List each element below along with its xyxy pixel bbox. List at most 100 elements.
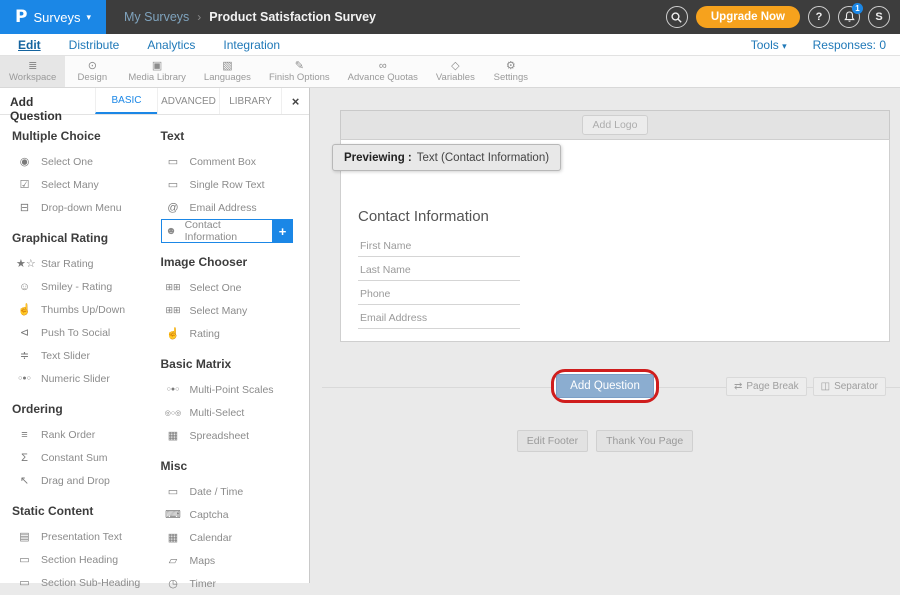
qtype-image-select-many[interactable]: ⊞⊞ Select Many [161, 299, 310, 322]
qtype-rank-order[interactable]: ≡ Rank Order [12, 423, 161, 446]
toolbar-settings-label: Settings [494, 72, 528, 83]
qtype-star-rating[interactable]: ★☆ Star Rating [12, 252, 161, 275]
text-input-icon: ▭ [165, 178, 182, 191]
thumb-icon: ☝ [165, 327, 182, 340]
tag-icon: ◇ [451, 60, 459, 72]
qtype-select-many[interactable]: ☑ Select Many [12, 173, 161, 196]
qtype-captcha[interactable]: ⌨ Captcha [161, 503, 310, 526]
qtype-date-time[interactable]: ▭ Date / Time [161, 480, 310, 503]
qtype-label: Select One [190, 282, 242, 294]
help-button[interactable]: ? [808, 6, 830, 28]
qtype-constant-sum[interactable]: Σ Constant Sum [12, 446, 161, 469]
qtype-select-one[interactable]: ◉ Select One [12, 150, 161, 173]
tab-basic[interactable]: BASIC [95, 88, 157, 114]
user-avatar[interactable]: S [868, 6, 890, 28]
thumb-icon: ☝ [16, 303, 33, 316]
qtype-multi-point-scales[interactable]: ○●○ Multi-Point Scales [161, 378, 310, 401]
toolbar-settings[interactable]: ⚙ Settings [484, 56, 538, 87]
previewing-question-type: Text (Contact Information) [417, 152, 549, 164]
toolbar-finish-options[interactable]: ✎ Finish Options [260, 56, 339, 87]
toolbar-media-library[interactable]: ▣ Media Library [119, 56, 195, 87]
page-break-button[interactable]: ⇄ Page Break [726, 377, 807, 396]
qtype-drag-and-drop[interactable]: ↖ Drag and Drop [12, 469, 161, 492]
toolbar-variables[interactable]: ◇ Variables [427, 56, 484, 87]
star-icon: ★☆ [16, 257, 33, 270]
add-contact-information-button[interactable]: + [273, 219, 293, 243]
toolbar-languages[interactable]: ▧ Languages [195, 56, 260, 87]
question-title: Contact Information [358, 208, 489, 225]
qtype-push-to-social[interactable]: ⊲ Push To Social [12, 321, 161, 344]
qtype-image-rating[interactable]: ☝ Rating [161, 322, 310, 345]
first-name-field[interactable] [358, 233, 520, 257]
qtype-dropdown-menu[interactable]: ⊟ Drop-down Menu [12, 196, 161, 219]
qtype-thumbs-up-down[interactable]: ☝ Thumbs Up/Down [12, 298, 161, 321]
questionpro-logo-icon: P [15, 7, 27, 27]
qtype-comment-box[interactable]: ▭ Comment Box [161, 150, 310, 173]
qtype-label: Thumbs Up/Down [41, 304, 125, 316]
help-icon: ? [816, 11, 823, 23]
thank-you-page-button[interactable]: Thank You Page [596, 430, 693, 452]
tab-edit[interactable]: Edit [18, 38, 41, 52]
section-title: Misc [161, 459, 310, 473]
tab-distribute[interactable]: Distribute [69, 38, 120, 52]
qtype-label: Rank Order [41, 429, 95, 441]
tab-library[interactable]: LIBRARY [219, 88, 281, 114]
tab-advanced[interactable]: ADVANCED [157, 88, 219, 114]
radio-list-icon: ◉ [16, 155, 33, 168]
qtype-contact-information-selected[interactable]: ☻ Contact Information + [161, 219, 310, 243]
section-image-chooser: Image Chooser ⊞⊞ Select One ⊞⊞ Select Ma… [161, 255, 310, 345]
image-icon: ▣ [152, 60, 162, 72]
responses-count[interactable]: Responses: 0 [813, 38, 886, 52]
breadcrumb-my-surveys[interactable]: My Surveys [124, 10, 189, 24]
last-name-field[interactable] [358, 257, 520, 281]
qtype-numeric-slider[interactable]: ○●○ Numeric Slider [12, 367, 161, 390]
close-panel-button[interactable]: × [281, 88, 309, 114]
question-types-column-2: Text ▭ Comment Box ▭ Single Row Text @ E… [161, 117, 310, 595]
chevron-down-icon: ▾ [86, 12, 91, 23]
tab-analytics[interactable]: Analytics [147, 38, 195, 52]
red-highlight-annotation: Add Question [551, 369, 659, 403]
qtype-label: Select One [41, 156, 93, 168]
share-icon: ⊲ [16, 326, 33, 339]
breadcrumb-survey-title: Product Satisfaction Survey [209, 10, 376, 24]
multi-dots-icon: ◎○◎ [165, 409, 182, 417]
qtype-email-address[interactable]: @ Email Address [161, 196, 310, 219]
search-button[interactable] [666, 6, 688, 28]
qtype-calendar[interactable]: ▦ Calendar [161, 526, 310, 549]
qtype-label: Timer [190, 578, 216, 590]
qtype-text-slider[interactable]: ≑ Text Slider [12, 344, 161, 367]
tools-menu[interactable]: Tools ▾ [751, 38, 787, 52]
qtype-presentation-text[interactable]: ▤ Presentation Text [12, 525, 161, 548]
qtype-label: Contact Information [185, 219, 268, 243]
toolbar-design[interactable]: ⊙ Design [65, 56, 119, 87]
toolbar-advance-quotas[interactable]: ∞ Advance Quotas [339, 56, 427, 87]
qtype-timer[interactable]: ◷ Timer [161, 572, 310, 595]
qtype-image-select-one[interactable]: ⊞⊞ Select One [161, 276, 310, 299]
add-logo-button[interactable]: Add Logo [582, 115, 649, 135]
separator-button[interactable]: ◫ Separator [813, 377, 886, 396]
email-address-field[interactable] [358, 305, 520, 329]
toolbar-variables-label: Variables [436, 72, 475, 83]
edit-footer-button[interactable]: Edit Footer [517, 430, 588, 452]
upgrade-now-button[interactable]: Upgrade Now [696, 6, 800, 28]
toolbar-workspace[interactable]: ≣ Workspace [0, 56, 65, 87]
tab-integration[interactable]: Integration [223, 38, 280, 52]
add-question-button[interactable]: Add Question [556, 374, 654, 398]
qtype-smiley-rating[interactable]: ☺ Smiley - Rating [12, 275, 161, 298]
notifications-button[interactable]: 1 [838, 6, 860, 28]
checkbox-list-icon: ☑ [16, 178, 33, 191]
page-break-icon: ⇄ [734, 381, 742, 392]
avatar-letter: S [875, 11, 882, 23]
heading-block-icon: ▭ [16, 553, 33, 566]
qtype-section-heading[interactable]: ▭ Section Heading [12, 548, 161, 571]
qtype-maps[interactable]: ▱ Maps [161, 549, 310, 572]
qtype-label: Maps [190, 555, 216, 567]
section-title: Ordering [12, 402, 161, 416]
toolbar-design-label: Design [78, 72, 108, 83]
phone-field[interactable] [358, 281, 520, 305]
qtype-single-row-text[interactable]: ▭ Single Row Text [161, 173, 310, 196]
section-multiple-choice: Multiple Choice ◉ Select One ☑ Select Ma… [12, 129, 161, 219]
product-switcher[interactable]: P Surveys ▾ [0, 0, 106, 34]
qtype-multi-select[interactable]: ◎○◎ Multi-Select [161, 401, 310, 424]
qtype-spreadsheet[interactable]: ▦ Spreadsheet [161, 424, 310, 447]
